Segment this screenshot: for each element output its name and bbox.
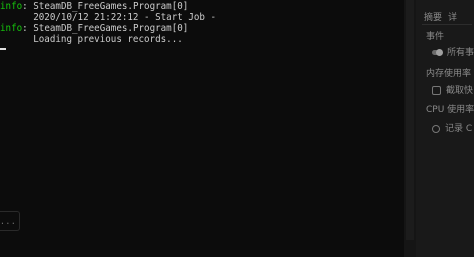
snapshot-icon [432, 86, 441, 95]
console-line: Loading previous records... [0, 34, 183, 45]
tab-details[interactable]: 详 [448, 13, 457, 23]
toggle-icon[interactable] [432, 49, 443, 56]
record-cpu-button[interactable]: 记录 C [432, 121, 472, 134]
console-line: info: SteamDB_FreeGames.Program[0] [0, 1, 189, 12]
record-icon [432, 124, 440, 133]
all-events-toggle[interactable]: 所有事 [432, 45, 474, 58]
log-text: SteamDB_FreeGames.Program[0] [33, 1, 189, 12]
log-level-tag: info [0, 1, 23, 12]
section-events: 事件 [426, 32, 445, 42]
console-line: 2020/10/12 21:22:12 - Start Job - [0, 12, 216, 23]
tab-divider [422, 24, 472, 25]
section-cpu: CPU 使用率 [426, 105, 474, 115]
log-text: SteamDB_FreeGames.Program[0] [33, 23, 189, 34]
console-window[interactable]: info: SteamDB_FreeGames.Program[0] 2020/… [0, 0, 416, 257]
console-line: info: SteamDB_FreeGames.Program[0] [0, 23, 189, 34]
log-text: Loading previous records... [0, 34, 183, 45]
tab-summary[interactable]: 摘要 [424, 13, 442, 23]
diagnostics-panel: 摘要详 事件 所有事 内存使用率 截取快 CPU 使用率 记录 C [416, 0, 474, 257]
section-memory: 内存使用率 [426, 69, 472, 79]
take-snapshot-button[interactable]: 截取快 [432, 83, 473, 96]
log-text: 2020/10/12 21:22:12 - Start Job - [0, 12, 217, 23]
vertical-scrollbar[interactable] [404, 0, 416, 257]
log-level-tag: info [0, 23, 23, 34]
text-cursor [0, 48, 6, 50]
panel-tabs: 摘要详 [424, 10, 463, 23]
overflow-indicator[interactable]: ... [0, 211, 20, 231]
scrollbar-thumb[interactable] [406, 0, 414, 240]
